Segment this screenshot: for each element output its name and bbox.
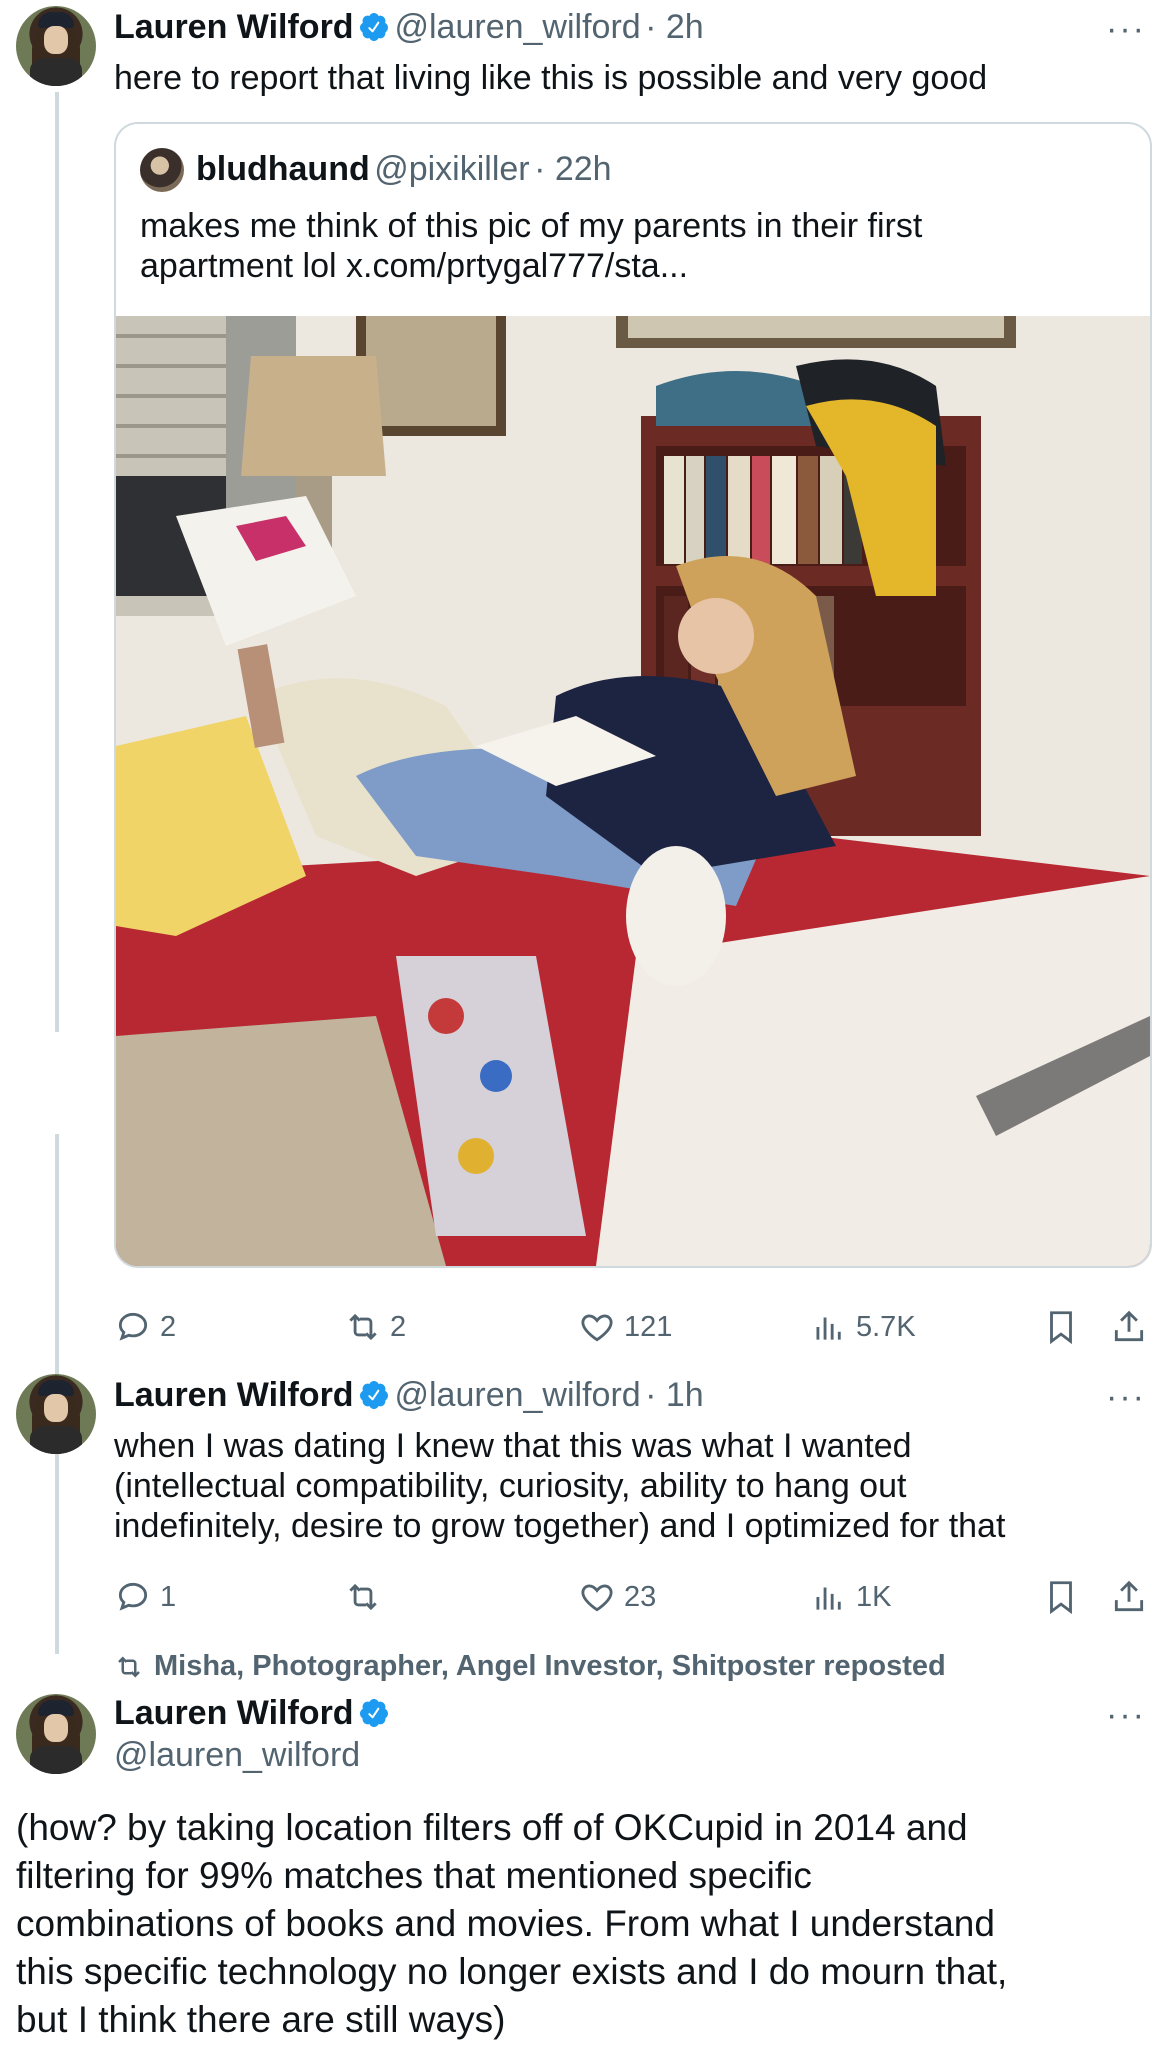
photo-illustration: [116, 316, 1150, 1266]
tweet-text-line: combinations of books and movies. From w…: [16, 1903, 995, 1944]
tweet-header: Lauren Wilford: [114, 1694, 390, 1733]
bookmark-button[interactable]: [1042, 1578, 1080, 1616]
quote-text-line: apartment lol x.com/prtygal777/sta...: [140, 247, 689, 285]
repost-icon: [349, 1313, 377, 1341]
tweet-text-line: (how? by taking location filters off of …: [16, 1807, 968, 1848]
quoted-photo[interactable]: [116, 316, 1150, 1266]
author-name[interactable]: Lauren Wilford: [114, 1694, 354, 1732]
share-button[interactable]: [1110, 1578, 1148, 1616]
repost-banner-text: Misha, Photographer, Angel Investor, Shi…: [154, 1650, 946, 1682]
quote-author-handle[interactable]: @pixikiller: [374, 150, 529, 188]
share-icon: [1114, 1310, 1144, 1342]
heart-icon: [581, 1584, 613, 1612]
more-options-button[interactable]: ···: [1106, 1696, 1146, 1735]
reply-icon: [118, 1582, 148, 1611]
thread-line: [55, 92, 59, 1032]
timestamp[interactable]: · 2h: [645, 8, 704, 46]
more-options-button[interactable]: ···: [1106, 10, 1146, 49]
tweet-text: here to report that living like this is …: [114, 59, 988, 97]
quoted-tweet[interactable]: bludhaund @pixikiller · 22h makes me thi…: [114, 122, 1152, 1268]
author-handle[interactable]: @lauren_wilford: [394, 8, 640, 46]
author-name[interactable]: Lauren Wilford: [114, 8, 354, 46]
repost-icon: [349, 1583, 377, 1611]
heart-icon: [581, 1314, 613, 1342]
repost-button[interactable]: 2: [344, 1308, 406, 1346]
tweet-header: Lauren Wilford @lauren_wilford · 1h: [114, 1376, 704, 1415]
views-button[interactable]: 1K: [810, 1578, 891, 1616]
timestamp[interactable]: · 1h: [645, 1376, 704, 1414]
verified-badge-icon: [360, 13, 389, 41]
verified-badge-icon: [360, 1699, 389, 1727]
tweet-text-line: filtering for 99% matches that mentioned…: [16, 1855, 812, 1896]
tweet-text-line: indefinitely, desire to grow together) a…: [114, 1507, 1006, 1545]
bookmark-icon: [1050, 1311, 1072, 1345]
verified-badge-icon: [360, 1381, 389, 1409]
like-count: 23: [624, 1580, 657, 1613]
repost-count: 2: [390, 1310, 407, 1343]
tweet-text-line: this specific technology no longer exist…: [16, 1951, 1008, 1992]
quote-text-line: makes me think of this pic of my parents…: [140, 207, 923, 245]
views-button[interactable]: 5.7K: [810, 1308, 916, 1346]
share-icon: [1114, 1580, 1144, 1612]
quote-author-name[interactable]: bludhaund: [196, 150, 370, 188]
tweet-text-line: (intellectual compatibility, curiosity, …: [114, 1467, 907, 1505]
avatar[interactable]: [16, 1694, 96, 1774]
tweet-text-line: when I was dating I knew that this was w…: [114, 1427, 912, 1465]
quote-header: bludhaund @pixikiller · 22h: [196, 150, 612, 189]
bookmark-icon: [1050, 1581, 1072, 1615]
author-name[interactable]: Lauren Wilford: [114, 1376, 354, 1414]
author-handle[interactable]: @lauren_wilford: [394, 1376, 640, 1414]
like-count: 121: [624, 1310, 673, 1343]
quote-timestamp[interactable]: · 22h: [534, 150, 612, 188]
tweet-text: (how? by taking location filters off of …: [16, 1804, 1007, 2044]
quote-avatar[interactable]: [140, 148, 184, 192]
analytics-icon: [816, 1587, 841, 1610]
reply-button[interactable]: 2: [114, 1308, 176, 1346]
views-count: 5.7K: [856, 1310, 916, 1343]
views-count: 1K: [856, 1580, 892, 1613]
more-options-button[interactable]: ···: [1106, 1378, 1146, 1417]
reply-button[interactable]: 1: [114, 1578, 176, 1616]
reply-icon: [118, 1312, 148, 1341]
repost-banner[interactable]: Misha, Photographer, Angel Investor, Shi…: [114, 1650, 946, 1683]
analytics-icon: [816, 1317, 841, 1340]
avatar[interactable]: [16, 1374, 96, 1454]
repost-icon: [118, 1655, 140, 1678]
tweet-text-line: but I think there are still ways): [16, 1999, 506, 2040]
share-button[interactable]: [1110, 1308, 1148, 1346]
repost-button[interactable]: [344, 1578, 390, 1616]
tweet-header: Lauren Wilford @lauren_wilford · 2h: [114, 8, 704, 47]
like-button[interactable]: 121: [578, 1308, 672, 1346]
like-button[interactable]: 23: [578, 1578, 656, 1616]
bookmark-button[interactable]: [1042, 1308, 1080, 1346]
avatar[interactable]: [16, 6, 96, 86]
reply-count: 1: [160, 1580, 177, 1613]
reply-count: 2: [160, 1310, 177, 1343]
author-handle[interactable]: @lauren_wilford: [114, 1736, 360, 1775]
